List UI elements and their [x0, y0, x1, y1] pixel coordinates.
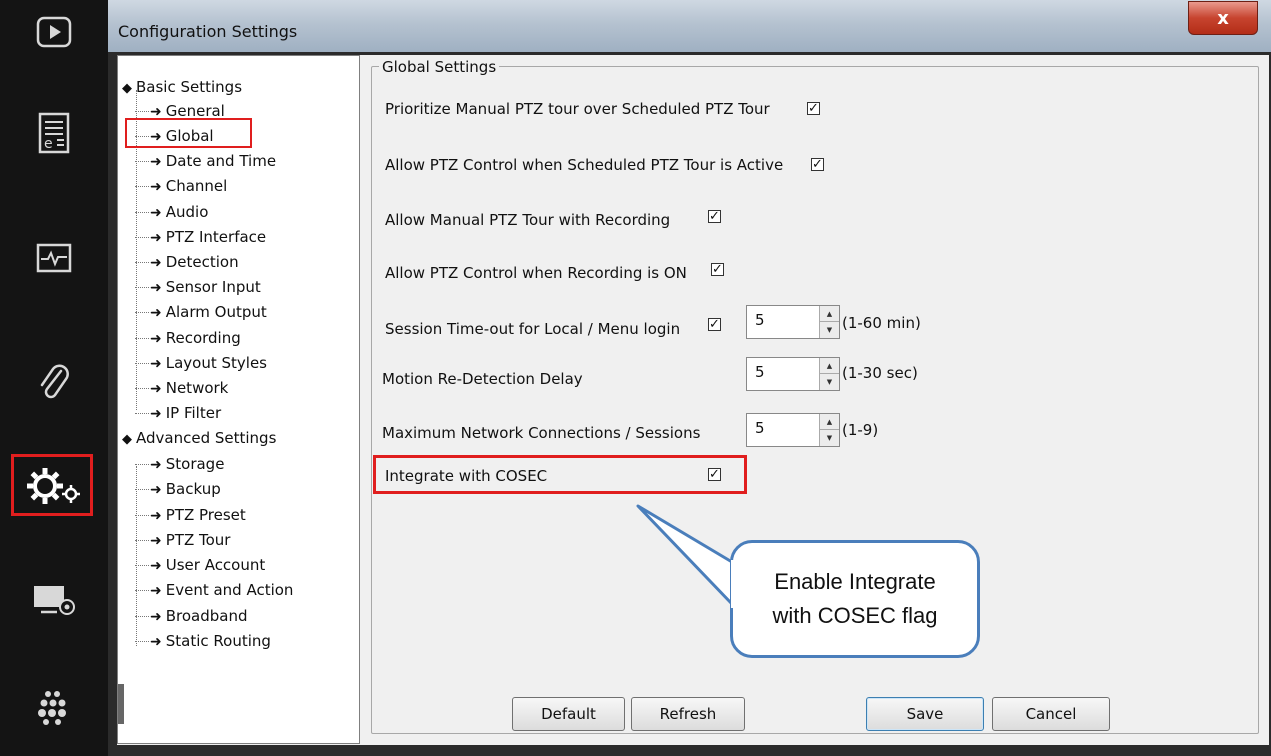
diamond-icon: ◆ — [122, 432, 132, 447]
arrow-icon: ➜ — [150, 154, 162, 170]
arrow-icon: ➜ — [150, 508, 162, 524]
tree-item-broadband[interactable]: ➜ Broadband — [135, 607, 248, 626]
play-icon[interactable] — [0, 10, 108, 54]
tree-item-ip-filter[interactable]: ➜ IP Filter — [135, 404, 221, 423]
arrow-icon: ➜ — [150, 457, 162, 473]
diamond-icon: ◆ — [122, 81, 132, 96]
tree-item-static-routing[interactable]: ➜ Static Routing — [135, 632, 271, 651]
allow-manual-rec-label: Allow Manual PTZ Tour with Recording — [385, 211, 671, 229]
tree-item-sensor-input[interactable]: ➜ Sensor Input — [135, 278, 261, 297]
refresh-button[interactable]: Refresh — [631, 697, 745, 731]
motion-delay-label: Motion Re-Detection Delay — [382, 370, 583, 388]
max-connections-label: Maximum Network Connections / Sessions — [382, 424, 701, 442]
callout-line-1: Enable Integrate — [774, 569, 936, 594]
session-timeout-value: 5 — [755, 311, 765, 329]
window-title: Configuration Settings — [118, 22, 298, 41]
annotation-callout: Enable Integrate with COSEC flag — [730, 540, 980, 658]
tree-item-ptz-tour[interactable]: ➜ PTZ Tour — [135, 531, 230, 550]
tree-item-date-and-time[interactable]: ➜ Date and Time — [135, 152, 276, 171]
arrow-icon: ➜ — [150, 583, 162, 599]
tree-item-network[interactable]: ➜ Network — [135, 379, 228, 398]
spin-down-icon[interactable]: ▼ — [820, 430, 839, 446]
session-timeout-label: Session Time-out for Local / Menu login — [385, 320, 681, 338]
group-title: Global Settings — [379, 58, 500, 76]
settings-highlight-box — [11, 454, 93, 516]
tree-item-ptz-preset[interactable]: ➜ PTZ Preset — [135, 506, 246, 525]
spin-down-icon[interactable]: ▼ — [820, 322, 839, 338]
max-connections-value: 5 — [755, 419, 765, 437]
arrow-icon: ➜ — [150, 356, 162, 372]
default-button[interactable]: Default — [512, 697, 625, 731]
tree-item-channel[interactable]: ➜ Channel — [135, 177, 227, 196]
arrow-icon: ➜ — [150, 305, 162, 321]
session-timeout-checkbox[interactable]: ✓ — [708, 318, 721, 331]
allow-ptz-sched-label: Allow PTZ Control when Scheduled PTZ Tou… — [385, 156, 784, 174]
arrow-icon: ➜ — [150, 482, 162, 498]
tree-scrollbar[interactable] — [118, 684, 124, 724]
apps-grid-icon[interactable] — [0, 685, 108, 729]
arrow-icon: ➜ — [150, 381, 162, 397]
allow-ptz-rec-label: Allow PTZ Control when Recording is ON — [385, 264, 687, 282]
arrow-icon: ➜ — [150, 205, 162, 221]
tree-item-user-account[interactable]: ➜ User Account — [135, 556, 265, 575]
integrate-cosec-highlight-box — [373, 455, 747, 494]
tree-item-event-and-action[interactable]: ➜ Event and Action — [135, 581, 293, 600]
close-button[interactable]: x — [1188, 1, 1258, 35]
spin-down-icon[interactable]: ▼ — [820, 374, 839, 390]
arrow-icon: ➜ — [150, 331, 162, 347]
arrow-icon: ➜ — [150, 558, 162, 574]
title-bar: Configuration Settings x — [108, 0, 1271, 52]
arrow-icon: ➜ — [150, 406, 162, 422]
spin-up-icon[interactable]: ▲ — [820, 306, 839, 322]
close-icon: x — [1217, 7, 1229, 29]
monitor-health-icon[interactable] — [0, 236, 108, 280]
tree-item-ptz-interface[interactable]: ➜ PTZ Interface — [135, 228, 266, 247]
cancel-button[interactable]: Cancel — [992, 697, 1110, 731]
tree-item-alarm-output[interactable]: ➜ Alarm Output — [135, 303, 267, 322]
allow-ptz-rec-checkbox[interactable]: ✓ — [711, 263, 724, 276]
allow-manual-rec-checkbox[interactable]: ✓ — [708, 210, 721, 223]
prioritize-manual-label: Prioritize Manual PTZ tour over Schedule… — [385, 100, 770, 118]
tree-item-storage[interactable]: ➜ Storage — [135, 455, 224, 474]
max-connections-range: (1-9) — [842, 421, 879, 439]
spin-up-icon[interactable]: ▲ — [820, 358, 839, 374]
arrow-icon: ➜ — [150, 533, 162, 549]
settings-tree: ◆ Basic Settings ➜ General ➜ Global ➜ Date a… — [117, 55, 360, 744]
global-selection-highlight — [125, 118, 252, 148]
arrow-icon: ➜ — [150, 634, 162, 650]
display-settings-icon[interactable] — [0, 578, 108, 622]
arrow-icon: ➜ — [150, 179, 162, 195]
prioritize-manual-checkbox[interactable]: ✓ — [807, 102, 820, 115]
spin-up-icon[interactable]: ▲ — [820, 414, 839, 430]
arrow-icon: ➜ — [150, 280, 162, 296]
app-sidebar: e — [0, 0, 108, 756]
svg-text:e: e — [44, 136, 53, 152]
save-button[interactable]: Save — [866, 697, 984, 731]
attachment-icon[interactable] — [0, 360, 108, 404]
allow-ptz-sched-checkbox[interactable]: ✓ — [811, 158, 824, 171]
tree-item-layout-styles[interactable]: ➜ Layout Styles — [135, 354, 267, 373]
session-timeout-spinbox[interactable]: 5 ▲ ▼ — [746, 305, 840, 339]
tree-item-detection[interactable]: ➜ Detection — [135, 253, 239, 272]
event-log-icon[interactable]: e — [0, 105, 108, 160]
tree-item-recording[interactable]: ➜ Recording — [135, 329, 241, 348]
session-timeout-range: (1-60 min) — [842, 314, 921, 332]
callout-line-2: with COSEC flag — [772, 603, 938, 628]
tree-root-basic-settings[interactable]: ◆ Basic Settings — [122, 78, 242, 98]
client-area: ◆ Basic Settings ➜ General ➜ Global ➜ Date a… — [117, 55, 1269, 745]
arrow-icon: ➜ — [150, 609, 162, 625]
tree-root-advanced-settings[interactable]: ◆ Advanced Settings — [122, 429, 276, 449]
motion-delay-spinbox[interactable]: 5 ▲ ▼ — [746, 357, 840, 391]
configuration-window: Configuration Settings x ◆ Basic Settings… — [108, 0, 1271, 756]
arrow-icon: ➜ — [150, 230, 162, 246]
arrow-icon: ➜ — [150, 255, 162, 271]
tree-item-backup[interactable]: ➜ Backup — [135, 480, 221, 499]
motion-delay-value: 5 — [755, 363, 765, 381]
motion-delay-range: (1-30 sec) — [842, 364, 918, 382]
max-connections-spinbox[interactable]: 5 ▲ ▼ — [746, 413, 840, 447]
tree-item-audio[interactable]: ➜ Audio — [135, 203, 208, 222]
